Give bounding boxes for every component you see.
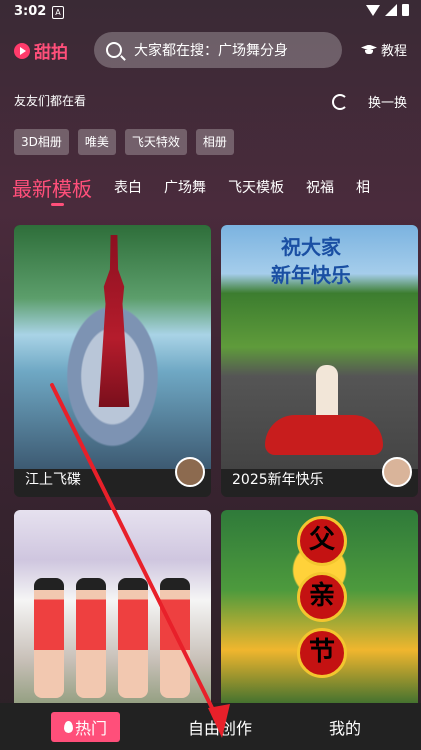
flame-icon — [63, 721, 73, 733]
avatar — [175, 457, 205, 487]
app-header: 甜拍 大家都在搜：广场舞分身 教程 — [0, 32, 421, 68]
dancer-figure — [98, 235, 130, 407]
dancer-figure — [118, 578, 148, 698]
template-title: 2025新年快乐 — [232, 472, 324, 488]
refresh-button[interactable]: 换一换 — [331, 92, 407, 111]
avatar — [382, 457, 412, 487]
graduation-cap-icon — [361, 45, 377, 55]
tag-list: 3D相册 唯美 飞天特效 相册 — [14, 129, 234, 155]
template-thumbnail: 父 亲 节 — [221, 510, 418, 710]
template-card[interactable]: 江上飞碟 — [14, 225, 211, 497]
template-thumbnail — [14, 510, 211, 710]
tag-chip[interactable]: 唯美 — [77, 129, 116, 155]
friends-watching-label: 友友们都在看 — [14, 94, 87, 108]
tab-square-dance[interactable]: 广场舞 — [164, 177, 206, 197]
tutorial-label: 教程 — [380, 44, 407, 59]
tab-blessing[interactable]: 祝福 — [306, 177, 334, 197]
category-tabs: 最新模板 表白 广场舞 飞天模板 祝福 相 — [12, 171, 421, 211]
notification-icon: A — [52, 6, 64, 19]
search-bar[interactable]: 大家都在搜：广场舞分身 — [94, 32, 342, 68]
logo-play-icon — [14, 42, 30, 59]
tag-chip[interactable]: 相册 — [195, 129, 234, 155]
clock: 3:02 — [14, 4, 47, 19]
greeting-text: 祝大家 新年快乐 — [271, 233, 351, 289]
tab-latest[interactable]: 最新模板 — [12, 173, 92, 206]
character-medallion: 亲 — [297, 572, 347, 622]
status-bar: 3:02 A — [0, 0, 421, 24]
friends-watching-row: 友友们都在看 换一换 — [14, 92, 407, 112]
wifi-icon — [366, 4, 380, 16]
battery-icon — [402, 4, 409, 16]
character-medallion: 父 — [297, 516, 347, 566]
dancer-figure — [76, 578, 106, 698]
tab-confession[interactable]: 表白 — [114, 177, 142, 197]
nav-mine-tab[interactable]: 我的 — [329, 715, 361, 739]
dancer-figure — [160, 578, 190, 698]
nav-hot-label: 热门 — [74, 719, 107, 738]
greeting-line: 祝大家 — [281, 235, 341, 259]
template-card[interactable]: 父 亲 节 — [221, 510, 418, 710]
tab-flying[interactable]: 飞天模板 — [228, 177, 284, 197]
app-logo: 甜拍 — [14, 38, 68, 63]
greeting-line: 新年快乐 — [271, 263, 351, 287]
red-car — [265, 415, 383, 455]
nav-create-tab[interactable]: 自由创作 — [188, 715, 252, 739]
status-icons — [366, 4, 409, 16]
bottom-navigation: 热门 自由创作 我的 — [0, 703, 421, 750]
tab-partial[interactable]: 相 — [356, 177, 370, 197]
tutorial-button[interactable]: 教程 — [361, 40, 407, 59]
refresh-label: 换一换 — [367, 96, 407, 111]
template-title: 江上飞碟 — [25, 472, 81, 488]
tag-chip[interactable]: 飞天特效 — [124, 129, 187, 155]
dancer-figure — [34, 578, 64, 698]
signal-icon — [385, 4, 397, 16]
tag-chip[interactable]: 3D相册 — [14, 129, 69, 155]
template-card[interactable] — [14, 510, 211, 710]
template-card[interactable]: 祝大家 新年快乐 2025新年快乐 — [221, 225, 418, 497]
character-medallion: 节 — [297, 628, 347, 678]
app-name: 甜拍 — [34, 43, 68, 63]
refresh-icon — [331, 93, 348, 110]
search-placeholder: 大家都在搜：广场舞分身 — [134, 43, 288, 59]
template-thumbnail: 祝大家 新年快乐 — [221, 225, 418, 469]
search-icon — [106, 42, 122, 58]
template-thumbnail — [14, 225, 211, 469]
nav-hot-tab[interactable]: 热门 — [51, 712, 120, 742]
